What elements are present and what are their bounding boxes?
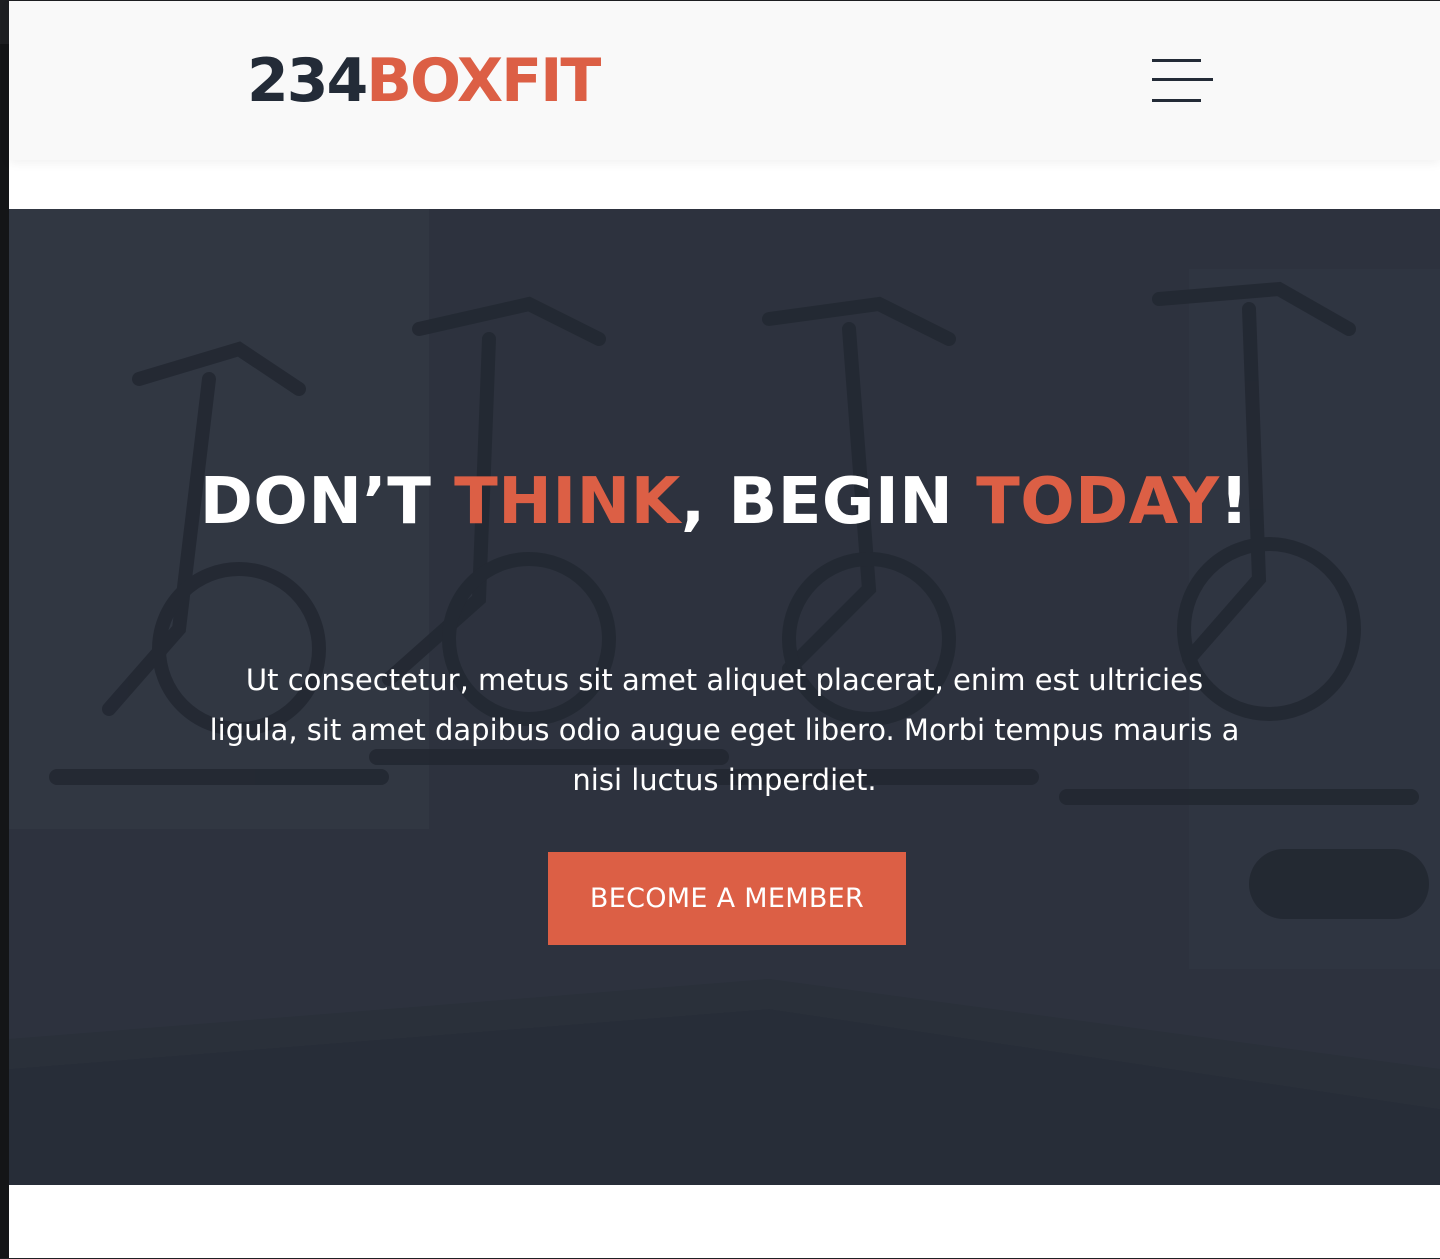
- menu-line-top: [1152, 59, 1201, 62]
- headline-text-1: DON’T: [199, 465, 455, 539]
- headline-accent-think: THINK: [454, 465, 681, 539]
- brand-logo[interactable]: 234BOXFIT: [247, 46, 601, 116]
- hero-subtext: Ut consectetur, metus sit amet aliquet p…: [209, 663, 1240, 797]
- menu-line-bottom: [1152, 99, 1201, 102]
- hero-section: DON’T THINK, BEGIN TODAY! Ut consectetur…: [9, 209, 1440, 1185]
- logo-word: BOXFIT: [366, 46, 601, 116]
- headline-accent-today: TODAY: [976, 465, 1220, 539]
- headline-text-3: !: [1219, 465, 1250, 539]
- headline-text-2: , BEGIN: [680, 465, 977, 539]
- window-left-border: [0, 0, 9, 1259]
- hero-content: DON’T THINK, BEGIN TODAY! Ut consectetur…: [9, 209, 1440, 1185]
- hamburger-menu-icon[interactable]: [1152, 57, 1214, 107]
- become-a-member-button[interactable]: BECOME A MEMBER: [548, 852, 906, 945]
- site-header: 234BOXFIT: [9, 1, 1440, 160]
- menu-line-middle: [1152, 78, 1213, 81]
- hero-headline: DON’T THINK, BEGIN TODAY!: [159, 459, 1290, 545]
- logo-number: 234: [247, 46, 368, 116]
